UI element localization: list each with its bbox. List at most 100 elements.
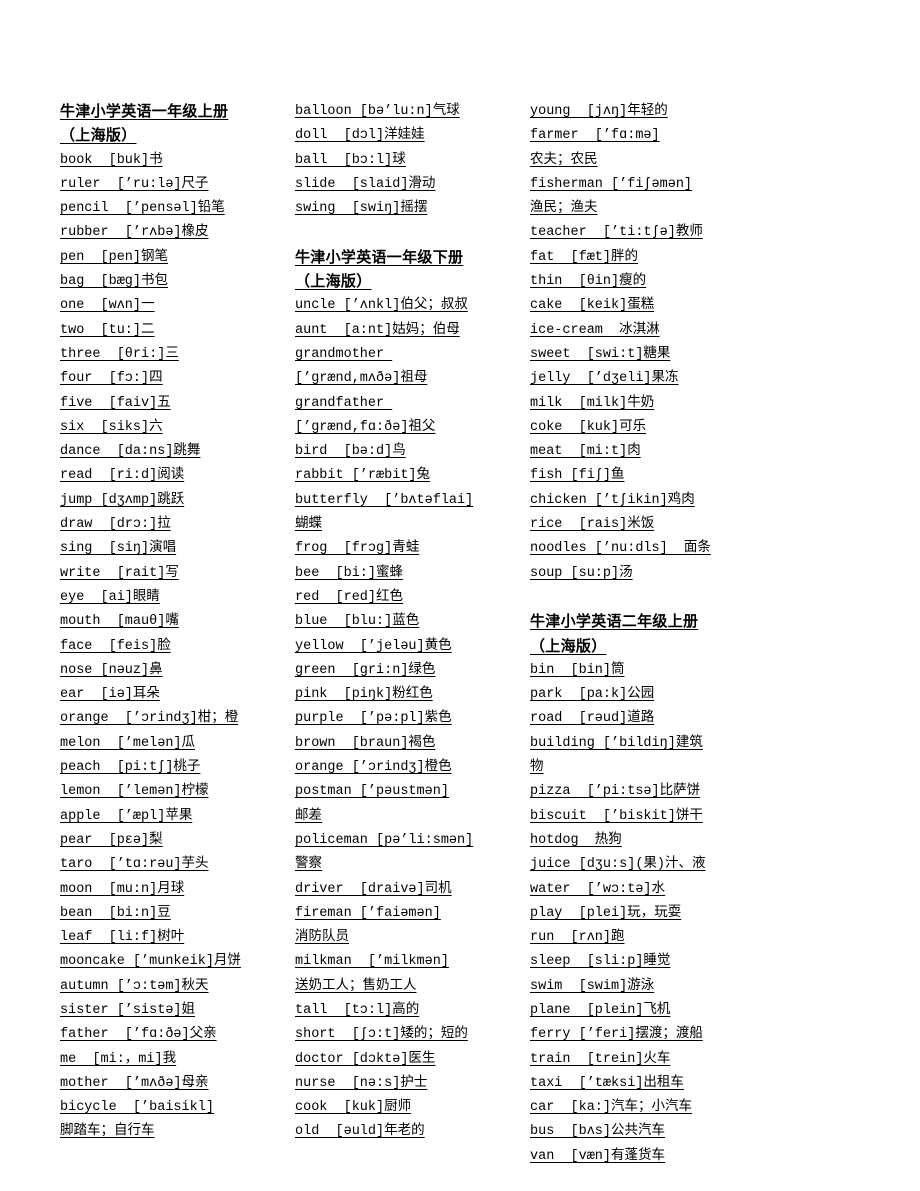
vocabulary-entry: fat [fæt]胖的 xyxy=(530,249,639,265)
vocabulary-entry: pencil [’pensəl]铅笔 xyxy=(60,201,225,217)
vocabulary-entry: milk [milk]牛奶 xyxy=(530,395,655,411)
vocabulary-entry: aunt [a:nt]姑妈；伯母 xyxy=(295,322,460,338)
vocabulary-entry: cake [keik]蛋糕 xyxy=(530,298,655,314)
vocabulary-entry: moon [mu:n]月球 xyxy=(60,881,185,897)
vocabulary-entry: soup [su:p]汤 xyxy=(530,565,633,581)
vocabulary-entry: 渔民；渔夫 xyxy=(530,201,598,217)
vocabulary-entry: jump [dʒʌmp]跳跃 xyxy=(60,492,185,508)
vocabulary-entry: autumn [’ɔ:təm]秋天 xyxy=(60,978,209,994)
vocabulary-entry: swim [swim]游泳 xyxy=(530,978,655,994)
vocabulary-entry: car [ka:]汽车；小汽车 xyxy=(530,1100,693,1116)
vocabulary-entry: 送奶工人；售奶工人 xyxy=(295,978,417,994)
section-heading: （上海版） xyxy=(60,128,137,145)
vocabulary-entry: orange [’ɔrindʒ]柑；橙 xyxy=(60,711,239,727)
vocabulary-entry: 脚踏车；自行车 xyxy=(60,1124,155,1140)
vocabulary-entry: five [faiv]五 xyxy=(60,395,171,411)
section-heading: 牛津小学英语二年级上册 xyxy=(530,614,699,631)
vocabulary-entry: bag [bæg]书包 xyxy=(60,274,169,290)
vocabulary-entry: grandfather xyxy=(295,395,393,411)
vocabulary-entry: rice [rais]米饭 xyxy=(530,517,655,533)
vocabulary-entry: hotdog 热狗 xyxy=(530,832,622,848)
vocabulary-entry: pear [pεə]梨 xyxy=(60,832,163,848)
vocabulary-entry: leaf [li:f]树叶 xyxy=(60,930,185,946)
vocabulary-entry: fisherman [’fiʃəmən] xyxy=(530,176,693,192)
vocabulary-entry: dance [da:ns]跳舞 xyxy=(60,444,201,460)
vocabulary-entry: book [buk]书 xyxy=(60,152,163,168)
vocabulary-entry: old [əuld]年老的 xyxy=(295,1124,425,1140)
vocabulary-entry: orange [’ɔrindʒ]橙色 xyxy=(295,760,452,776)
vocabulary-entry: young [jʌŋ]年轻的 xyxy=(530,104,668,119)
vocabulary-entry: thin [θin]瘦的 xyxy=(530,274,647,290)
vocabulary-entry: uncle [’ʌnkl]伯父；叔叔 xyxy=(295,298,468,314)
vocabulary-entry: fireman [’faiəmən] xyxy=(295,905,441,921)
vocabulary-entry: pen [pen]钢笔 xyxy=(60,249,169,265)
vocabulary-entry: nose [nəuz]鼻 xyxy=(60,662,163,678)
vocabulary-entry: [’grænd,fɑ:ðə]祖父 xyxy=(295,419,436,435)
vocabulary-entry: yellow [’jeləu]黄色 xyxy=(295,638,452,654)
vocabulary-entry: rubber [’rʌbə]橡皮 xyxy=(60,225,209,241)
vocabulary-entry: juice [dʒu:s](果)汁、液 xyxy=(530,857,706,873)
vocabulary-entry: ferry [’feri]摆渡；渡船 xyxy=(530,1027,703,1043)
vocabulary-entry: coke [kuk]可乐 xyxy=(530,419,647,435)
vocabulary-entry: rabbit [’ræbit]兔 xyxy=(295,468,431,484)
vocabulary-entry: grandmother xyxy=(295,346,393,362)
vocabulary-entry: plane [plein]飞机 xyxy=(530,1002,671,1018)
vocabulary-entry: bird [bə:d]鸟 xyxy=(295,444,406,460)
vocabulary-entry: van [væn]有蓬货车 xyxy=(530,1148,666,1164)
vocabulary-column-1: 牛津小学英语一年级上册 （上海版） book [buk]书 ruler [’ru:lə… xyxy=(60,100,295,1145)
vocabulary-entry: six [siks]六 xyxy=(60,419,163,435)
vocabulary-entry: doll [dɔl]洋娃娃 xyxy=(295,128,425,144)
vocabulary-entry: brown [braun]褐色 xyxy=(295,735,436,751)
vocabulary-entry: cook [kuk]厨师 xyxy=(295,1100,412,1116)
vocabulary-entry: face [feis]脸 xyxy=(60,638,171,654)
vocabulary-entry: farmer [’fɑ:mə] xyxy=(530,128,660,144)
vocabulary-entry: read [ri:d]阅读 xyxy=(60,468,185,484)
vocabulary-entry: pizza [’pi:tsə]比萨饼 xyxy=(530,784,701,800)
vocabulary-entry: tall [tɔ:l]高的 xyxy=(295,1002,420,1018)
vocabulary-entry: pink [piŋk]粉红色 xyxy=(295,687,433,703)
vocabulary-entry: me [mi:，mi]我 xyxy=(60,1051,177,1067)
vocabulary-entry: father [’fɑ:ðə]父亲 xyxy=(60,1027,217,1043)
vocabulary-entry: ice-cream 冰淇淋 xyxy=(530,322,660,338)
vocabulary-entry: postman [’pəustmən] xyxy=(295,784,449,800)
vocabulary-entry: four [fɔ:]四 xyxy=(60,371,163,387)
vocabulary-entry: peach [pi:tʃ]桃子 xyxy=(60,760,201,776)
vocabulary-entry: mother [’mʌðə]母亲 xyxy=(60,1075,209,1091)
vocabulary-entry: play [plei]玩，玩耍 xyxy=(530,905,682,921)
vocabulary-entry: bus [bʌs]公共汽车 xyxy=(530,1124,666,1140)
section-heading: 牛津小学英语一年级下册 xyxy=(295,249,464,266)
vocabulary-entry: bin [bin]筒 xyxy=(530,662,625,678)
vocabulary-entry: frog [frɔg]青蛙 xyxy=(295,541,420,557)
vocabulary-entry: 邮差 xyxy=(295,808,322,824)
vocabulary-entry: draw [drɔ:]拉 xyxy=(60,517,171,533)
vocabulary-entry: 警察 xyxy=(295,857,322,873)
vocabulary-entry: park [pa:k]公园 xyxy=(530,687,655,703)
vocabulary-entry: water [’wɔ:tə]水 xyxy=(530,881,666,897)
vocabulary-entry: taro [’tɑ:rəu]芋头 xyxy=(60,857,209,873)
vocabulary-entry: building [’bildiŋ]建筑 xyxy=(530,735,703,751)
vocabulary-entry: train [trein]火车 xyxy=(530,1051,671,1067)
vocabulary-entry: nurse [nə:s]护士 xyxy=(295,1075,428,1091)
vocabulary-entry: ball [bɔ:l]球 xyxy=(295,152,406,168)
section-heading: 牛津小学英语一年级上册 xyxy=(60,104,229,120)
vocabulary-entry: 物 xyxy=(530,760,544,776)
vocabulary-entry: chicken [’tʃikin]鸡肉 xyxy=(530,492,695,508)
vocabulary-entry: green [gri:n]绿色 xyxy=(295,662,436,678)
vocabulary-entry: ruler [’ru:lə]尺子 xyxy=(60,176,209,192)
vocabulary-entry: blue [blu:]蓝色 xyxy=(295,614,420,630)
vocabulary-entry: write [rait]写 xyxy=(60,565,179,581)
vocabulary-entry: lemon [’lemən]柠檬 xyxy=(60,784,209,800)
vocabulary-entry: 蝴蝶 xyxy=(295,517,322,533)
vocabulary-entry: noodles [’nu:dls] 面条 xyxy=(530,541,711,557)
vocabulary-entry: teacher [’ti:tʃə]教师 xyxy=(530,225,703,241)
vocabulary-entry: three [θri:]三 xyxy=(60,346,179,362)
vocabulary-entry: jelly [’dʒeli]果冻 xyxy=(530,371,679,387)
vocabulary-entry: sweet [swi:t]糖果 xyxy=(530,346,671,362)
vocabulary-entry: 农夫；农民 xyxy=(530,152,598,168)
vocabulary-entry: sing [siŋ]演唱 xyxy=(60,541,177,557)
vocabulary-entry: balloon [bə’lu:n]气球 xyxy=(295,104,460,119)
vocabulary-entry: short [ʃɔ:t]矮的；短的 xyxy=(295,1027,468,1043)
vocabulary-entry: [’grænd,mʌðə]祖母 xyxy=(295,371,428,387)
vocabulary-column-3: young [jʌŋ]年轻的 farmer [’fɑ:mə] 农夫；农民 fisher… xyxy=(530,100,765,1169)
vocabulary-entry: bicycle [’baisikl] xyxy=(60,1100,214,1116)
